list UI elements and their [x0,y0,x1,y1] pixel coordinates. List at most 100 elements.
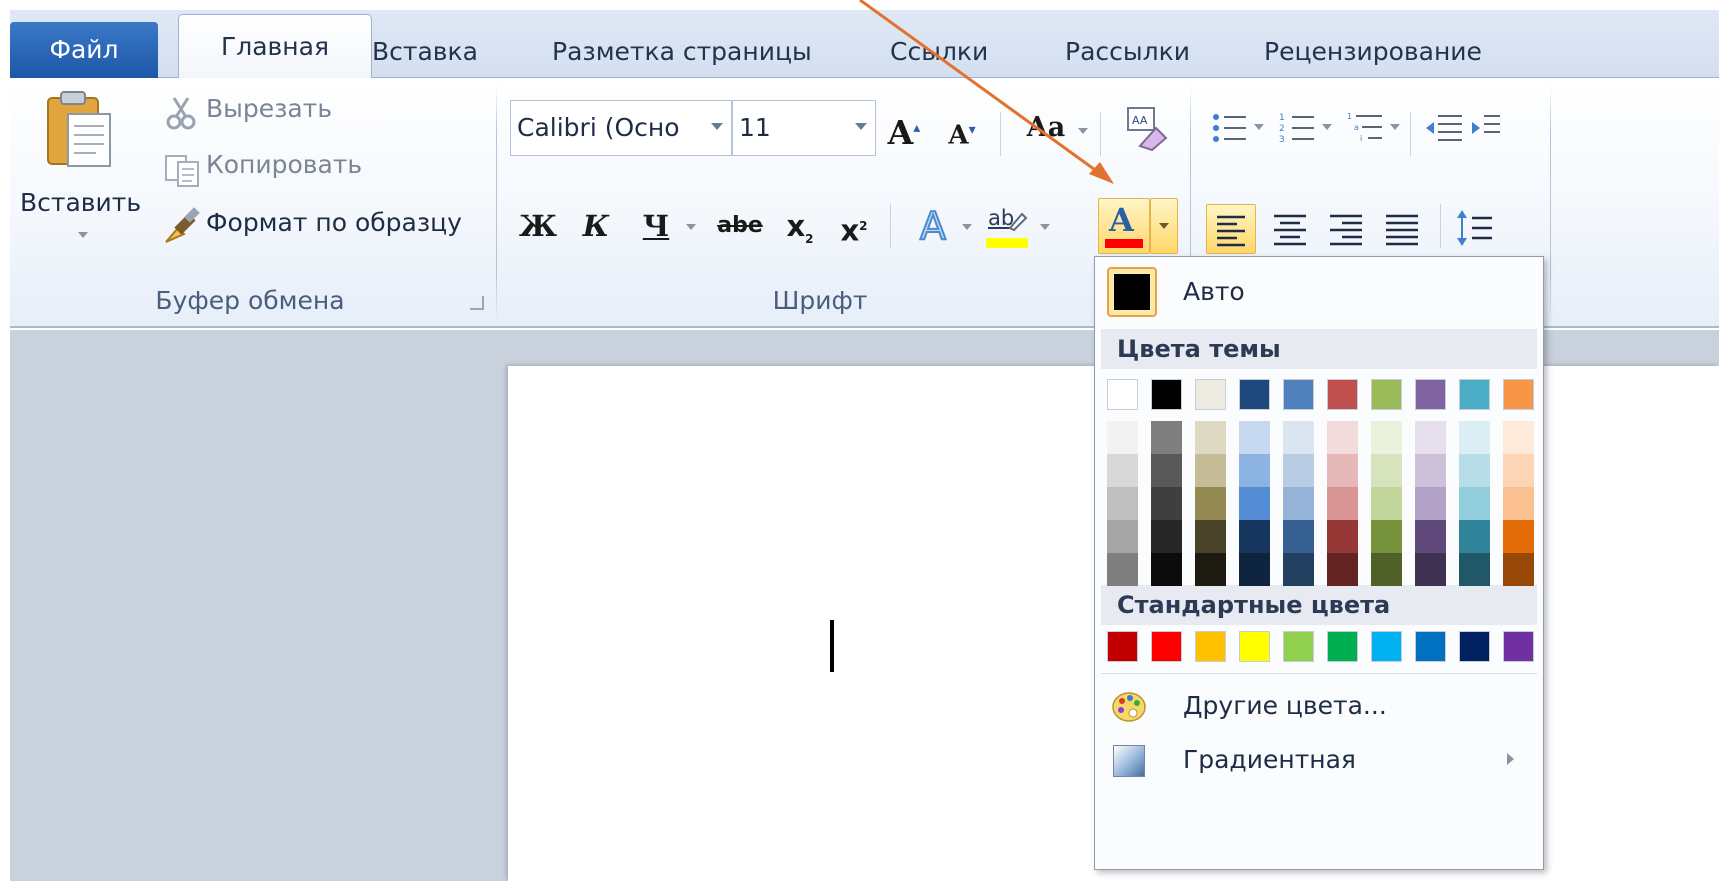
theme-color-swatch[interactable] [1107,379,1138,410]
highlight-button[interactable]: ab [982,206,1032,250]
theme-color-swatch[interactable] [1415,379,1446,410]
auto-color-item[interactable]: Авто [1101,261,1537,323]
superscript-button[interactable]: x2 [834,202,874,250]
theme-shade-swatch[interactable] [1415,487,1446,520]
font-color-button[interactable]: A [1098,198,1150,254]
theme-shade-swatch[interactable] [1107,454,1138,487]
theme-shade-swatch[interactable] [1151,454,1182,487]
tab-home[interactable]: Главная [178,14,372,80]
theme-shade-swatch[interactable] [1151,553,1182,586]
increase-indent-icon[interactable] [1470,110,1500,146]
underline-button[interactable]: Ч [636,202,676,250]
theme-shade-swatch[interactable] [1503,487,1534,520]
theme-shade-swatch[interactable] [1195,553,1226,586]
theme-shade-swatch[interactable] [1371,553,1402,586]
theme-shade-swatch[interactable] [1107,520,1138,553]
standard-color-swatch[interactable] [1283,631,1314,662]
tab-page-layout[interactable]: Разметка страницы [552,26,812,78]
theme-color-swatch[interactable] [1371,379,1402,410]
theme-shade-swatch[interactable] [1239,454,1270,487]
tab-file[interactable]: Файл [10,22,158,78]
numbering-dropdown-arrow[interactable] [1322,124,1332,130]
theme-color-swatch[interactable] [1503,379,1534,410]
font-name-dropdown-arrow[interactable] [711,123,723,130]
theme-color-swatch[interactable] [1151,379,1182,410]
more-colors-item[interactable]: Другие цвета... [1101,681,1537,733]
bullets-icon[interactable] [1210,110,1250,146]
theme-shade-swatch[interactable] [1107,487,1138,520]
theme-shade-swatch[interactable] [1195,421,1226,454]
align-center-icon[interactable] [1266,204,1314,252]
cut-button[interactable]: Вырезать [160,94,360,134]
theme-shade-swatch[interactable] [1459,421,1490,454]
shrink-font-button[interactable]: A▾ [940,106,984,154]
theme-shade-swatch[interactable] [1503,553,1534,586]
theme-color-swatch[interactable] [1239,379,1270,410]
tab-mailings[interactable]: Рассылки [1065,26,1190,78]
theme-shade-swatch[interactable] [1283,553,1314,586]
theme-color-swatch[interactable] [1459,379,1490,410]
change-case-button[interactable]: Aa [1016,104,1076,152]
standard-color-swatch[interactable] [1327,631,1358,662]
standard-color-swatch[interactable] [1151,631,1182,662]
theme-shade-swatch[interactable] [1503,454,1534,487]
theme-shade-swatch[interactable] [1107,553,1138,586]
theme-shade-swatch[interactable] [1503,421,1534,454]
theme-shade-swatch[interactable] [1283,520,1314,553]
bullets-dropdown-arrow[interactable] [1254,124,1264,130]
line-spacing-icon[interactable] [1454,206,1502,250]
italic-button[interactable]: К [576,202,616,250]
theme-shade-swatch[interactable] [1459,553,1490,586]
format-painter-button[interactable]: Формат по образцу [160,206,490,246]
theme-shade-swatch[interactable] [1415,520,1446,553]
copy-button[interactable]: Копировать [160,150,380,190]
text-effects-button[interactable]: A [908,202,958,250]
theme-shade-swatch[interactable] [1239,487,1270,520]
standard-color-swatch[interactable] [1371,631,1402,662]
theme-shade-swatch[interactable] [1283,487,1314,520]
strikethrough-button[interactable]: abe [708,202,772,250]
subscript-button[interactable]: x2 [780,202,820,250]
theme-shade-swatch[interactable] [1195,454,1226,487]
standard-color-swatch[interactable] [1107,631,1138,662]
font-color-dropdown-button[interactable] [1150,198,1178,254]
theme-shade-swatch[interactable] [1503,520,1534,553]
clear-formatting-icon[interactable]: AA [1122,106,1170,152]
theme-shade-swatch[interactable] [1239,421,1270,454]
theme-shade-swatch[interactable] [1239,553,1270,586]
theme-shade-swatch[interactable] [1239,520,1270,553]
theme-shade-swatch[interactable] [1283,421,1314,454]
tab-references[interactable]: Ссылки [890,26,988,78]
align-left-button[interactable] [1206,204,1256,254]
multilevel-list-icon[interactable]: 1ai [1346,110,1386,146]
font-name-combo[interactable]: Calibri (Осно [510,100,732,156]
font-size-dropdown-arrow[interactable] [855,123,867,130]
text-effects-dropdown-arrow[interactable] [962,224,972,230]
theme-shade-swatch[interactable] [1459,520,1490,553]
theme-shade-swatch[interactable] [1151,487,1182,520]
theme-color-swatch[interactable] [1195,379,1226,410]
standard-color-swatch[interactable] [1195,631,1226,662]
underline-dropdown-arrow[interactable] [686,224,696,230]
standard-color-swatch[interactable] [1415,631,1446,662]
theme-shade-swatch[interactable] [1415,553,1446,586]
theme-shade-swatch[interactable] [1327,487,1358,520]
paste-dropdown-arrow[interactable] [78,232,88,238]
theme-shade-swatch[interactable] [1327,454,1358,487]
theme-shade-swatch[interactable] [1459,487,1490,520]
font-size-combo[interactable]: 11 [732,100,876,156]
standard-color-swatch[interactable] [1239,631,1270,662]
theme-shade-swatch[interactable] [1195,520,1226,553]
highlight-dropdown-arrow[interactable] [1040,224,1050,230]
theme-shade-swatch[interactable] [1371,487,1402,520]
theme-color-swatch[interactable] [1327,379,1358,410]
theme-color-swatch[interactable] [1283,379,1314,410]
grow-font-button[interactable]: A▴ [882,104,926,152]
decrease-indent-icon[interactable] [1424,110,1464,146]
paste-button[interactable]: Вставить [14,82,150,278]
theme-shade-swatch[interactable] [1151,421,1182,454]
numbering-icon[interactable]: 123 [1278,110,1318,146]
tab-review[interactable]: Рецензирование [1264,26,1482,78]
theme-shade-swatch[interactable] [1283,454,1314,487]
theme-shade-swatch[interactable] [1327,421,1358,454]
